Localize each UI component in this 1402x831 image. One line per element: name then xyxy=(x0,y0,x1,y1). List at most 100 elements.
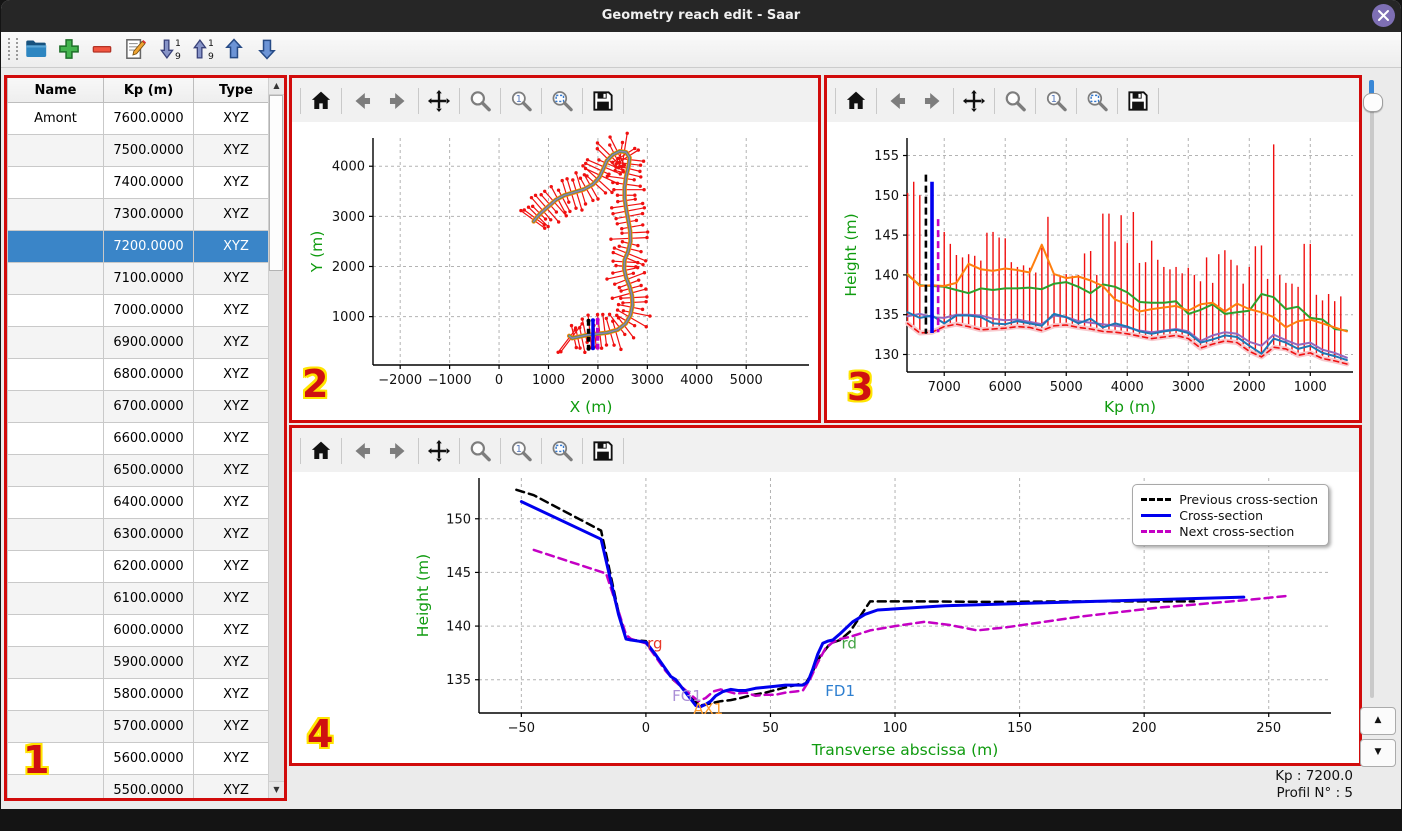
save-button[interactable] xyxy=(1123,86,1153,116)
cell-name[interactable] xyxy=(7,614,104,647)
cell-name[interactable] xyxy=(7,166,104,199)
cell-type[interactable]: XYZ xyxy=(193,358,279,391)
zoom-one-button[interactable]: 1 xyxy=(506,436,536,466)
zoom-one-button[interactable]: 1 xyxy=(1041,86,1071,116)
cell-type[interactable]: XYZ xyxy=(193,262,279,295)
remove-section-button[interactable] xyxy=(87,35,117,64)
cell-kp[interactable]: 6900.0000 xyxy=(103,326,194,359)
back-button[interactable] xyxy=(347,436,377,466)
cell-kp[interactable]: 7000.0000 xyxy=(103,294,194,327)
table-row[interactable]: Amont 7600.0000 XYZ xyxy=(7,102,279,135)
home-button[interactable] xyxy=(306,436,336,466)
forward-button[interactable] xyxy=(383,436,413,466)
forward-button[interactable] xyxy=(918,86,948,116)
table-row[interactable]: 6700.0000 XYZ xyxy=(7,390,279,423)
cell-type[interactable]: XYZ xyxy=(193,582,279,615)
column-header-type[interactable]: Type xyxy=(193,78,279,103)
cell-kp[interactable]: 7300.0000 xyxy=(103,198,194,231)
cell-type[interactable]: XYZ xyxy=(193,678,279,711)
cell-type[interactable]: XYZ xyxy=(193,294,279,327)
cell-type[interactable]: XYZ xyxy=(193,742,279,775)
plan-view-canvas[interactable]: −2000 −1000 0 1000 2000 3000 4000 5000 1000 2000 3… xyxy=(292,122,818,420)
cell-type[interactable]: XYZ xyxy=(193,486,279,519)
toolbar-grip-icon[interactable] xyxy=(8,38,18,60)
cell-name[interactable] xyxy=(7,646,104,679)
cell-type[interactable]: XYZ xyxy=(193,646,279,679)
table-row[interactable]: 7400.0000 XYZ xyxy=(7,166,279,199)
pan-button[interactable] xyxy=(959,86,989,116)
cell-kp[interactable]: 6100.0000 xyxy=(103,582,194,615)
cell-type[interactable]: XYZ xyxy=(193,774,279,798)
table-row[interactable]: 6800.0000 XYZ xyxy=(7,358,279,391)
sort-ascending-button[interactable]: 19 xyxy=(186,35,216,64)
cell-name[interactable] xyxy=(7,294,104,327)
table-row[interactable]: 7300.0000 XYZ xyxy=(7,198,279,231)
pan-button[interactable] xyxy=(424,436,454,466)
zoom-button[interactable] xyxy=(1000,86,1030,116)
zoom-rect-button[interactable] xyxy=(547,86,577,116)
back-button[interactable] xyxy=(347,86,377,116)
cell-name[interactable] xyxy=(7,550,104,583)
cell-name[interactable] xyxy=(7,358,104,391)
table-row[interactable]: 7500.0000 XYZ xyxy=(7,134,279,167)
cell-kp[interactable]: 5800.0000 xyxy=(103,678,194,711)
cell-kp[interactable]: 5700.0000 xyxy=(103,710,194,743)
column-header-name[interactable]: Name xyxy=(7,78,104,103)
add-section-button[interactable] xyxy=(54,35,84,64)
open-folder-button[interactable] xyxy=(21,35,51,64)
table-row[interactable]: 6000.0000 XYZ xyxy=(7,614,279,647)
cross-section-canvas[interactable]: −50 0 50 100 150 200 250 135 140 145 150 Transverse… xyxy=(292,472,1359,763)
cell-kp[interactable]: 7200.0000 xyxy=(103,230,194,263)
profile-down-button[interactable]: ▼ xyxy=(1360,739,1396,767)
cell-type[interactable]: XYZ xyxy=(193,518,279,551)
table-row[interactable]: 6900.0000 XYZ xyxy=(7,326,279,359)
cell-name[interactable] xyxy=(7,390,104,423)
table-row[interactable]: 5900.0000 XYZ xyxy=(7,646,279,679)
column-header-kp[interactable]: Kp (m) xyxy=(103,78,194,103)
cell-name[interactable] xyxy=(7,486,104,519)
cell-name[interactable] xyxy=(7,742,104,775)
cell-kp[interactable]: 6500.0000 xyxy=(103,454,194,487)
cell-type[interactable]: XYZ xyxy=(193,422,279,455)
zoom-rect-button[interactable] xyxy=(1082,86,1112,116)
edit-section-button[interactable] xyxy=(120,35,150,64)
table-row[interactable]: 7200.0000 XYZ xyxy=(7,230,279,263)
back-button[interactable] xyxy=(882,86,912,116)
table-row[interactable]: 6100.0000 XYZ xyxy=(7,582,279,615)
zoom-button[interactable] xyxy=(465,86,495,116)
cell-name[interactable] xyxy=(7,774,104,798)
cell-kp[interactable]: 5600.0000 xyxy=(103,742,194,775)
move-down-button[interactable] xyxy=(252,35,282,64)
forward-button[interactable] xyxy=(383,86,413,116)
profile-up-button[interactable]: ▲ xyxy=(1360,707,1396,735)
table-row[interactable]: 6200.0000 XYZ xyxy=(7,550,279,583)
long-profile-canvas[interactable]: 7000 6000 5000 4000 3000 2000 1000 130 135 140 145… xyxy=(827,122,1359,420)
home-button[interactable] xyxy=(841,86,871,116)
cell-name[interactable] xyxy=(7,134,104,167)
cell-name[interactable] xyxy=(7,678,104,711)
save-button[interactable] xyxy=(588,436,618,466)
cell-name[interactable] xyxy=(7,198,104,231)
cell-kp[interactable]: 5900.0000 xyxy=(103,646,194,679)
scrollbar-up-icon[interactable]: ▲ xyxy=(269,78,284,95)
cell-kp[interactable]: 6000.0000 xyxy=(103,614,194,647)
cell-name[interactable] xyxy=(7,422,104,455)
scrollbar-thumb[interactable] xyxy=(269,95,283,271)
cell-kp[interactable]: 7400.0000 xyxy=(103,166,194,199)
cell-kp[interactable]: 6800.0000 xyxy=(103,358,194,391)
cell-kp[interactable]: 6600.0000 xyxy=(103,422,194,455)
zoom-one-button[interactable]: 1 xyxy=(506,86,536,116)
cell-type[interactable]: XYZ xyxy=(193,198,279,231)
cell-name[interactable]: Amont xyxy=(7,102,104,135)
move-up-button[interactable] xyxy=(219,35,249,64)
cell-type[interactable]: XYZ xyxy=(193,102,279,135)
sort-descending-button[interactable]: 19 xyxy=(153,35,183,64)
cell-kp[interactable]: 6700.0000 xyxy=(103,390,194,423)
cell-kp[interactable]: 7100.0000 xyxy=(103,262,194,295)
cell-type[interactable]: XYZ xyxy=(193,134,279,167)
cell-type[interactable]: XYZ xyxy=(193,454,279,487)
table-row[interactable]: 5800.0000 XYZ xyxy=(7,678,279,711)
cell-type[interactable]: XYZ xyxy=(193,710,279,743)
cell-kp[interactable]: 6400.0000 xyxy=(103,486,194,519)
cell-kp[interactable]: 7600.0000 xyxy=(103,102,194,135)
